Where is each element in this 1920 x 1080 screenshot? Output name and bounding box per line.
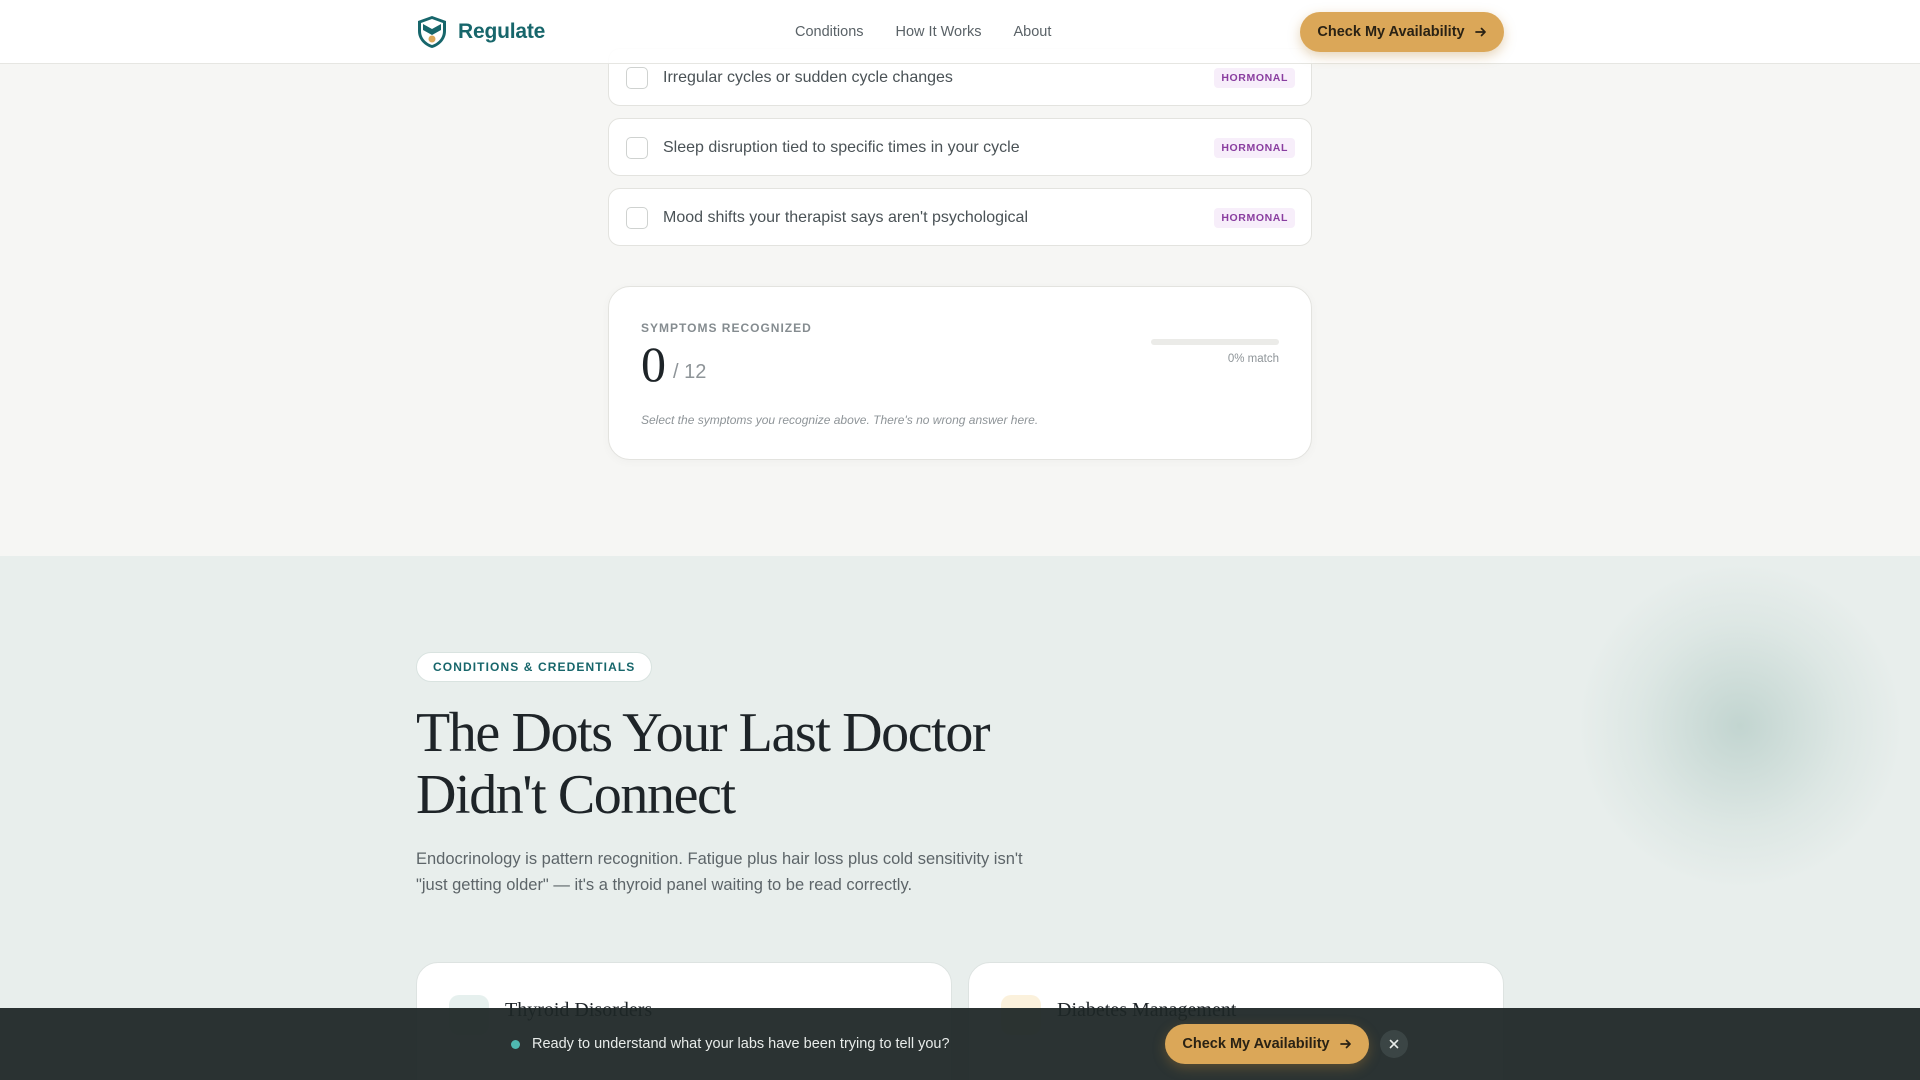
score-total: / 12 bbox=[673, 361, 707, 383]
section-lede: Endocrinology is pattern recognition. Fa… bbox=[416, 850, 1023, 894]
check-availability-button[interactable]: Check My Availability bbox=[1300, 12, 1504, 52]
sticky-check-availability-button[interactable]: Check My Availability bbox=[1165, 1024, 1369, 1064]
symptom-text: Mood shifts your therapist says aren't p… bbox=[663, 209, 1029, 226]
brand-name: Regulate bbox=[458, 20, 546, 43]
score-label: SYMPTOMS RECOGNIZED bbox=[641, 321, 812, 335]
symptom-checkbox[interactable] bbox=[626, 137, 648, 159]
section-eyebrow: CONDITIONS & CREDENTIALS bbox=[416, 652, 653, 682]
symptom-text: Sleep disruption tied to specific times … bbox=[663, 139, 1020, 156]
arrow-right-icon bbox=[1474, 27, 1486, 37]
nav-how-it-works[interactable]: How It Works bbox=[896, 24, 982, 40]
symptom-tag: HORMONAL bbox=[1214, 68, 1295, 88]
match-percentage: 0% match bbox=[1227, 353, 1279, 365]
check-availability-label: Check My Availability bbox=[1182, 1036, 1330, 1052]
conditions-section: CONDITIONS & CREDENTIALS The Dots Your L… bbox=[0, 556, 1920, 1080]
section-headline: The Dots Your Last Doctor Didn't Connect bbox=[416, 702, 991, 826]
site-header: Regulate Conditions How It Works About C… bbox=[0, 0, 1920, 64]
symptom-tag: HORMONAL bbox=[1214, 208, 1295, 228]
symptom-item[interactable]: Sleep disruption tied to specific times … bbox=[608, 118, 1312, 176]
close-sticky-bar-button[interactable] bbox=[1380, 1030, 1408, 1058]
nav-conditions[interactable]: Conditions bbox=[795, 24, 864, 40]
brand-home-link[interactable]: Regulate bbox=[416, 14, 545, 50]
decorative-glow bbox=[1580, 566, 1900, 886]
nav-about[interactable]: About bbox=[1013, 24, 1051, 40]
score-hint: Select the symptoms you recognize above.… bbox=[641, 413, 1039, 427]
symptom-item[interactable]: Mood shifts your therapist says aren't p… bbox=[608, 188, 1312, 246]
close-icon bbox=[1389, 1039, 1399, 1049]
sticky-cta-bar: Ready to understand what your labs have … bbox=[0, 1008, 1920, 1080]
status-dot-icon bbox=[511, 1040, 520, 1049]
main-nav: Conditions How It Works About bbox=[795, 0, 1051, 64]
sticky-bar-text: Ready to understand what your labs have … bbox=[532, 1036, 950, 1052]
symptom-checkbox[interactable] bbox=[626, 207, 648, 229]
score-count: 0 bbox=[641, 336, 666, 392]
shield-logo-icon bbox=[418, 16, 446, 48]
symptom-tag: HORMONAL bbox=[1214, 138, 1295, 158]
arrow-right-icon bbox=[1339, 1039, 1351, 1049]
symptom-checkbox[interactable] bbox=[626, 67, 648, 89]
check-availability-label: Check My Availability bbox=[1317, 24, 1465, 40]
symptom-score-card: SYMPTOMS RECOGNIZED 0 / 12 0% match Sele… bbox=[608, 286, 1312, 460]
match-progress-bar bbox=[1151, 339, 1279, 345]
